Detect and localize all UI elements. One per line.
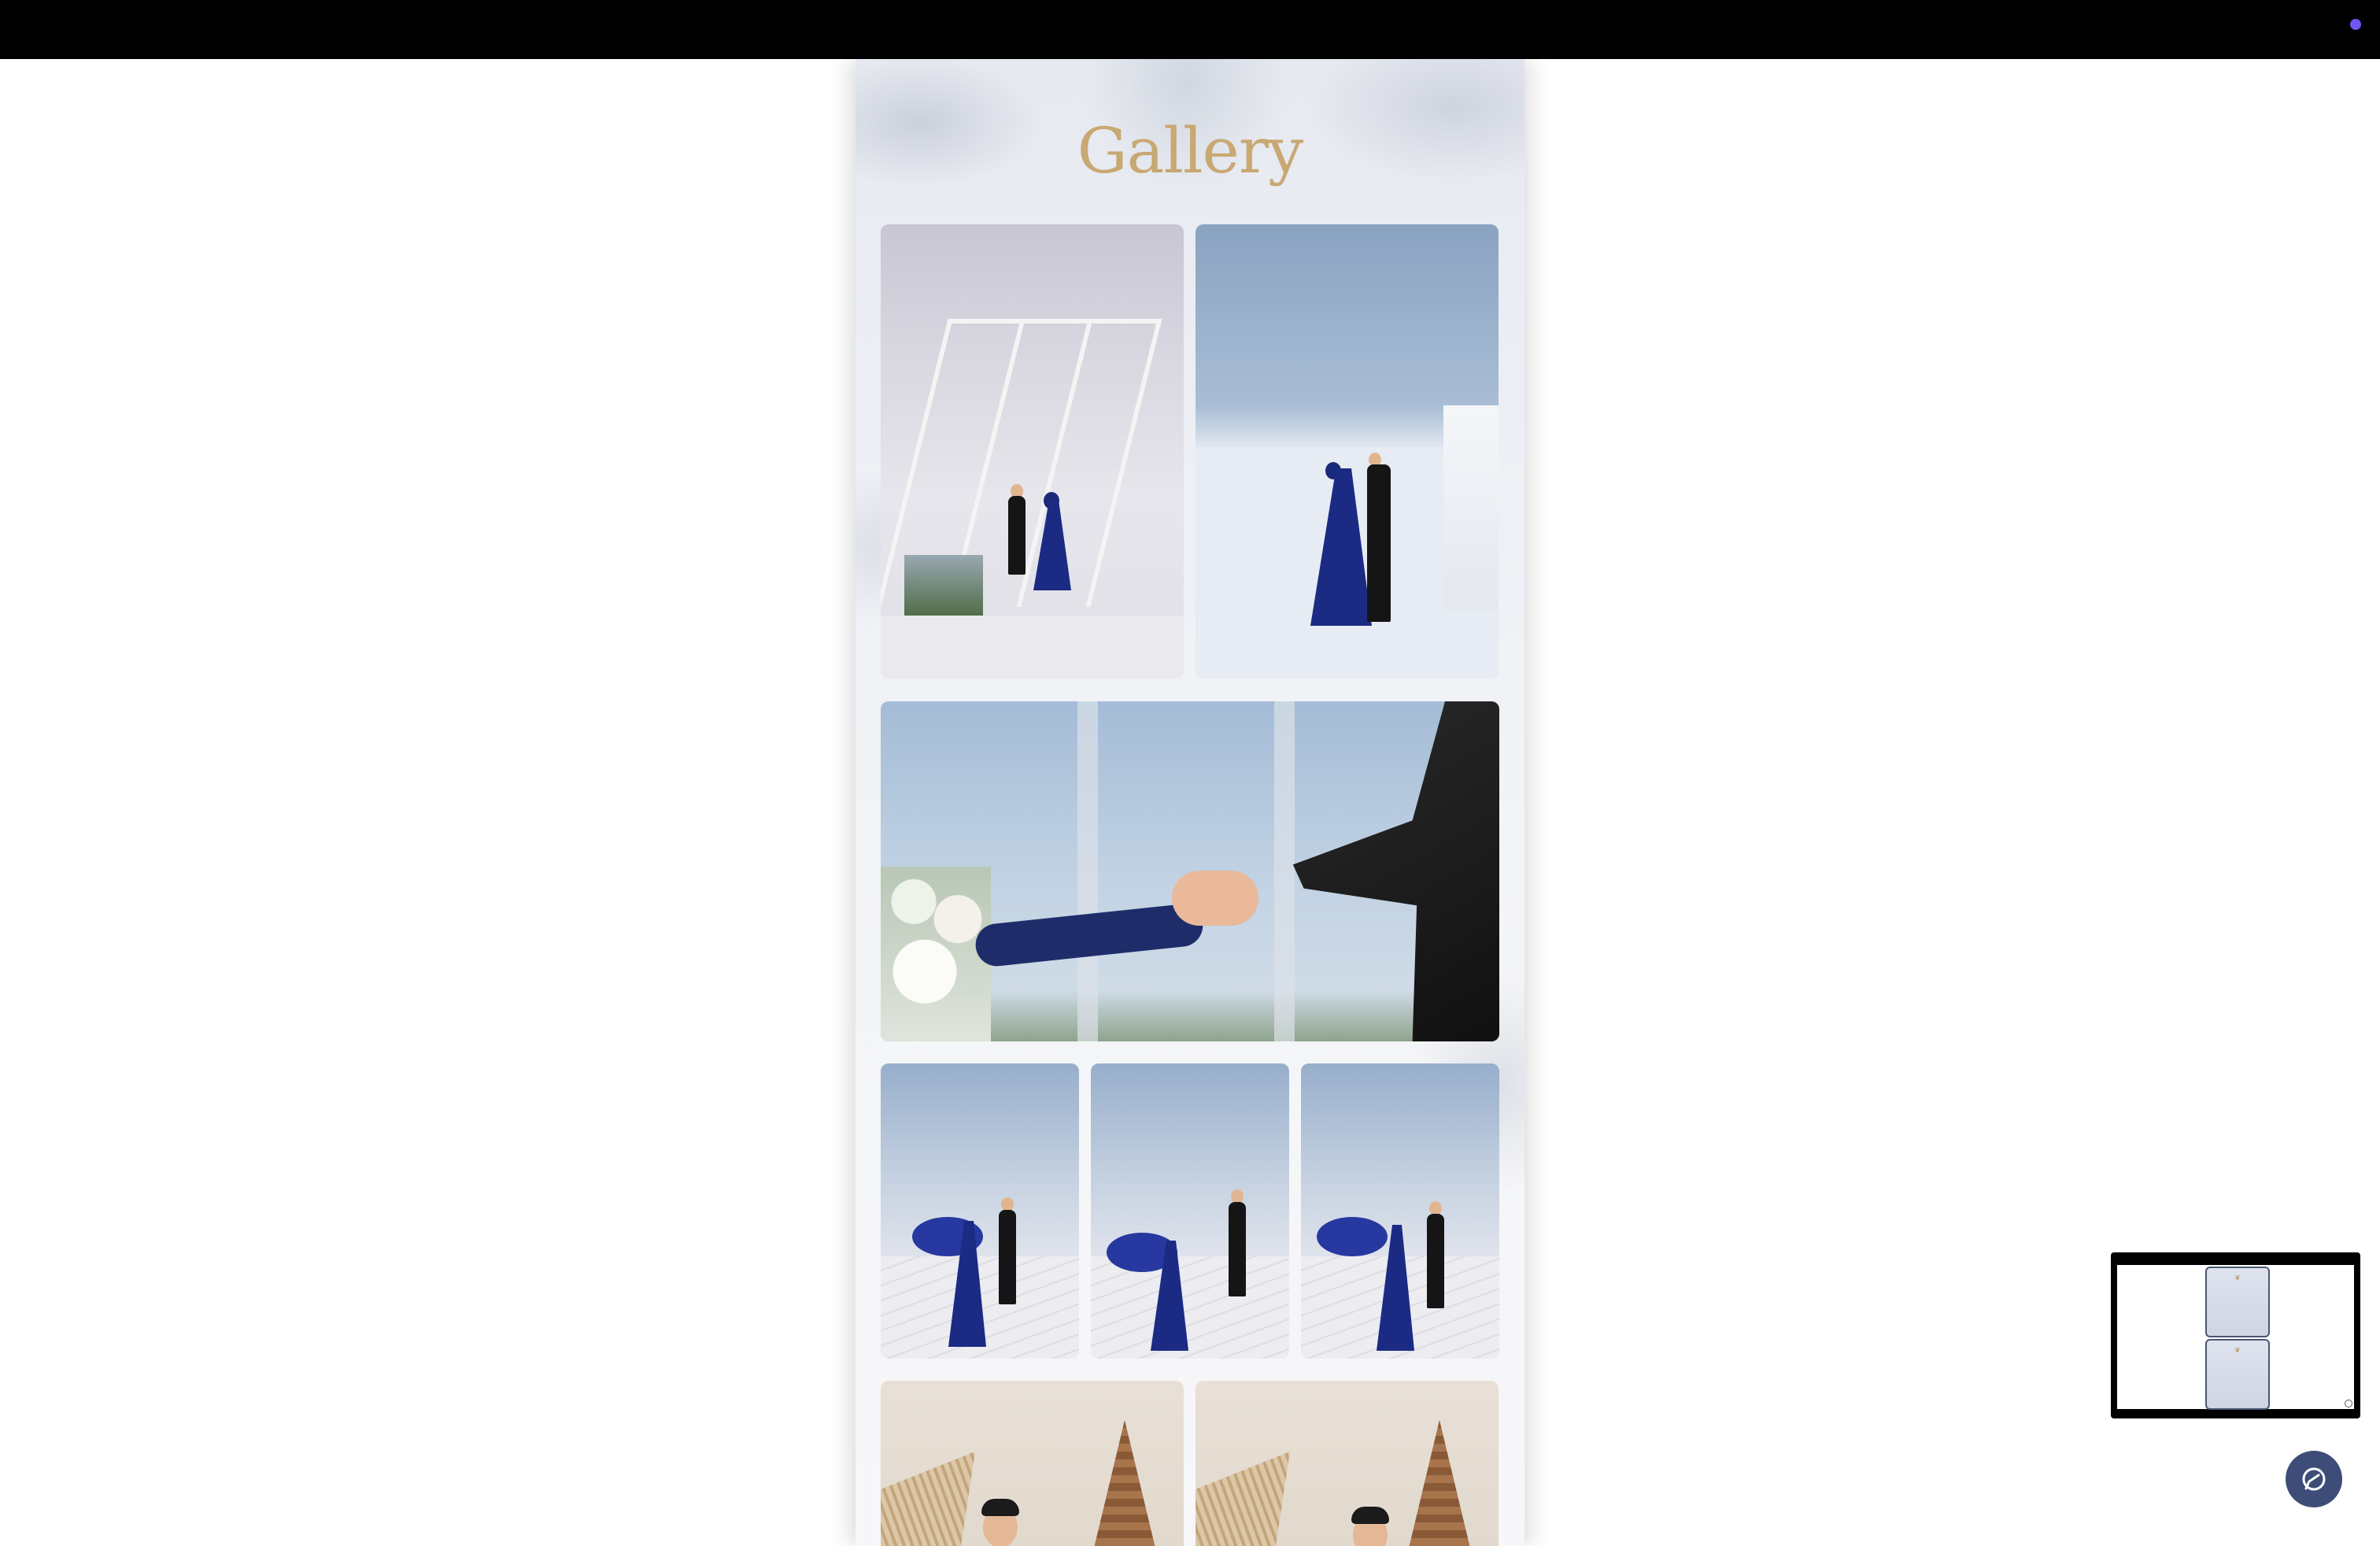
gallery-photo-6[interactable] — [1301, 1063, 1499, 1359]
preview-card-2: ❦ — [2205, 1339, 2270, 1410]
top-bar — [0, 0, 2380, 59]
floor — [881, 616, 1184, 679]
pillar — [1274, 701, 1295, 1041]
wood-carving — [1077, 1420, 1172, 1546]
groom-suit — [1292, 701, 1499, 1041]
gallery-photo-8[interactable] — [1196, 1381, 1499, 1546]
gallery-photo-7[interactable] — [881, 1381, 1184, 1546]
invitation-page[interactable]: Gallery — [856, 59, 1524, 1546]
stairs — [1091, 1256, 1289, 1359]
stairs — [1443, 405, 1499, 610]
gallery-title: Gallery — [1077, 114, 1304, 187]
preview-card-mark: ❦ — [2234, 1274, 2241, 1282]
groom-hair — [981, 1499, 1019, 1516]
pampas-decor — [881, 1452, 975, 1546]
groom-hair — [1351, 1507, 1389, 1524]
bouquet — [881, 867, 991, 1041]
chat-button[interactable] — [2286, 1451, 2342, 1507]
pampas-decor — [1196, 1452, 1290, 1546]
resize-handle-icon[interactable] — [2345, 1400, 2352, 1407]
groom — [1367, 464, 1391, 622]
groom — [1229, 1202, 1246, 1296]
preview-window[interactable]: ❦ ❦ — [2111, 1252, 2360, 1418]
gallery-photo-1[interactable] — [881, 224, 1184, 679]
gallery-photo-4[interactable] — [881, 1063, 1079, 1359]
gallery-photo-3[interactable] — [881, 701, 1499, 1041]
preview-card-1: ❦ — [2205, 1267, 2270, 1337]
wood-carving — [1392, 1420, 1487, 1546]
preview-screen: ❦ ❦ — [2117, 1265, 2354, 1410]
status-indicator-icon — [2350, 19, 2361, 30]
gallery-photo-5[interactable] — [1091, 1063, 1289, 1359]
pillar — [1077, 701, 1098, 1041]
chat-icon — [2302, 1467, 2326, 1491]
groom — [1427, 1214, 1444, 1308]
hands — [1172, 871, 1258, 926]
groom — [1008, 496, 1026, 575]
gallery-photo-2[interactable] — [1196, 224, 1499, 679]
bride-veil — [1317, 1217, 1388, 1256]
groom — [999, 1210, 1016, 1304]
preview-card-mark: ❦ — [2234, 1347, 2241, 1355]
landscape — [904, 555, 983, 618]
